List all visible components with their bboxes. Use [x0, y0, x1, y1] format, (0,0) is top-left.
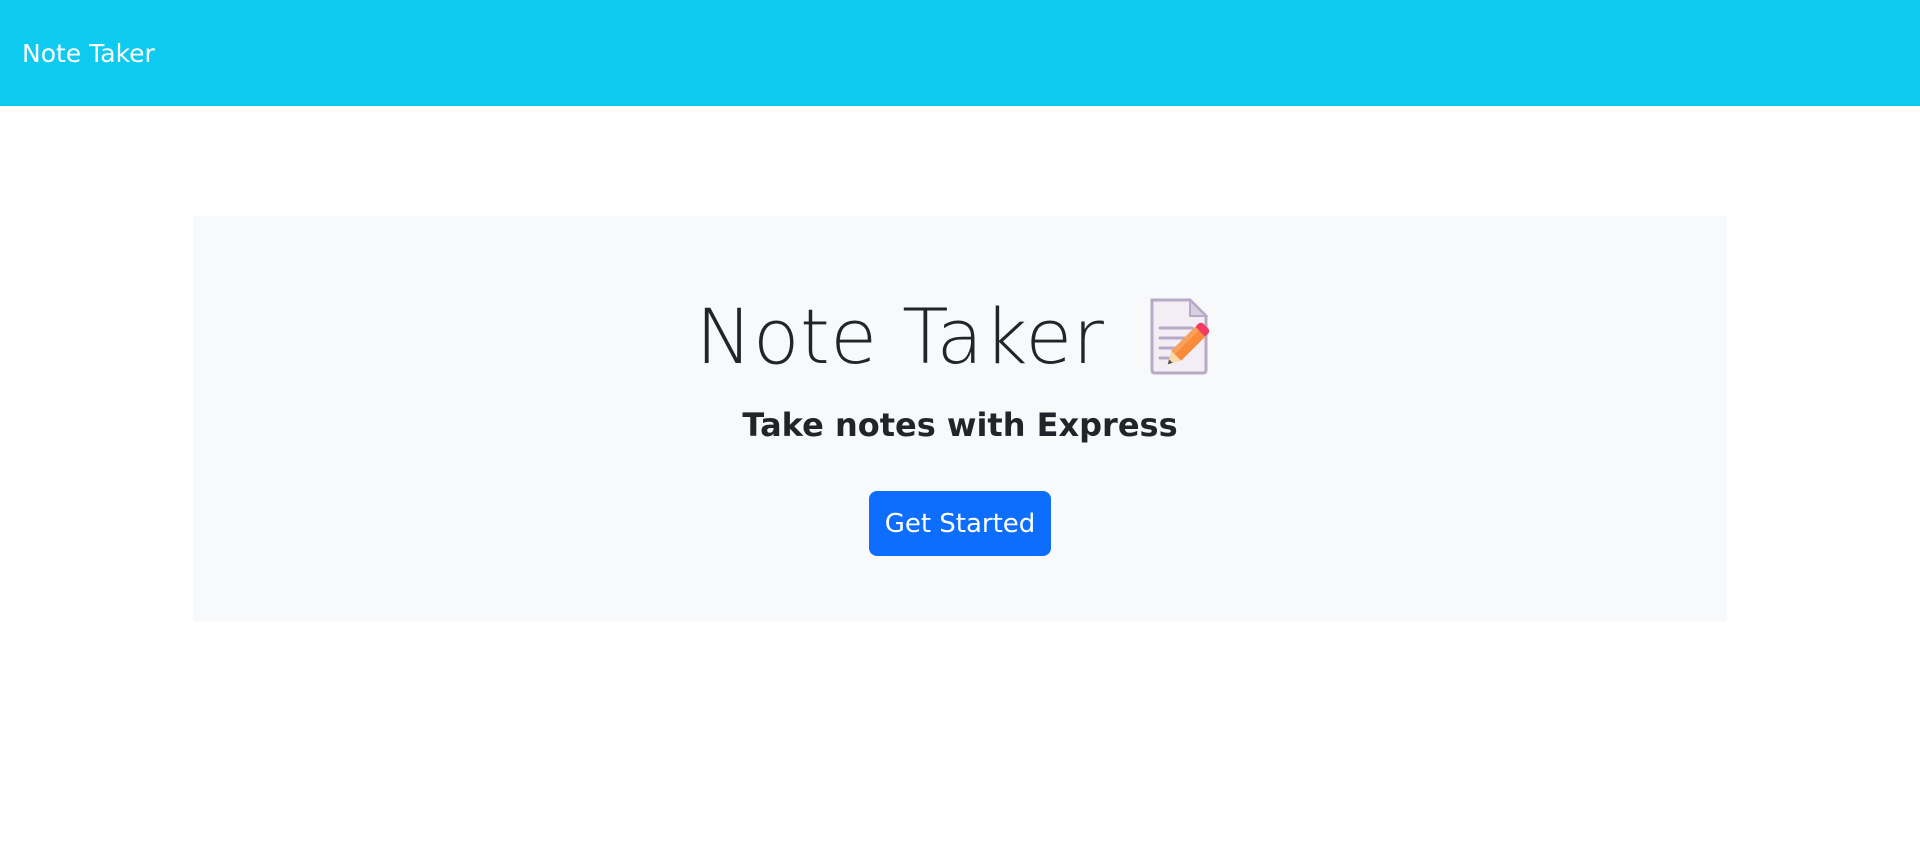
hero-section: Note Taker Take notes with Express Get S…	[193, 216, 1727, 622]
navbar-brand[interactable]: Note Taker	[22, 39, 155, 68]
navbar: Note Taker	[0, 0, 1920, 106]
get-started-button[interactable]: Get Started	[869, 491, 1051, 556]
hero-title-row: Note Taker	[193, 286, 1727, 386]
memo-icon	[1144, 296, 1224, 376]
hero-subtitle: Take notes with Express	[742, 406, 1178, 444]
page-title: Note Taker	[695, 291, 1105, 381]
